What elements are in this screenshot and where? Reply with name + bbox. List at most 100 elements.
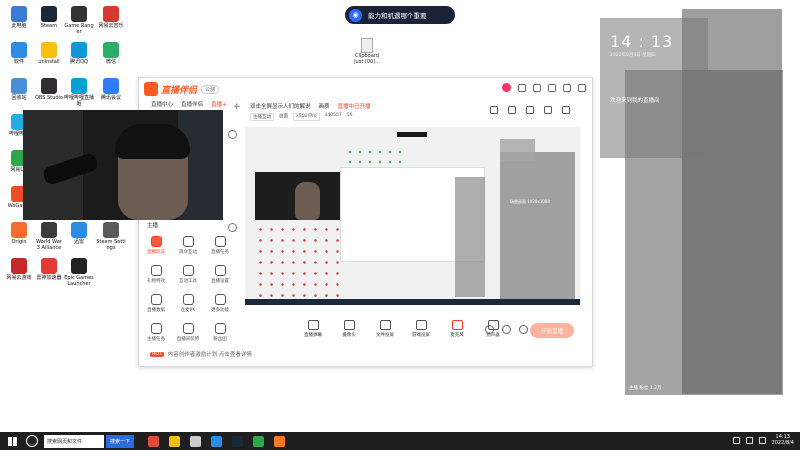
desktop-icon-label: 雷神加速器: [36, 275, 62, 281]
volume-icon[interactable]: [745, 436, 753, 444]
minimize-icon[interactable]: [563, 83, 571, 92]
sub-chip[interactable]: 画面: [279, 113, 288, 121]
desktop-icon[interactable]: OBS Studio: [34, 78, 64, 101]
tool-icon: [182, 323, 194, 334]
network-icon[interactable]: [732, 436, 740, 444]
control-label: 麦克风: [450, 333, 464, 338]
tab-0[interactable]: 直播中心: [151, 100, 173, 108]
search-icon[interactable]: [26, 435, 38, 447]
tool-item[interactable]: 粉丝团: [204, 323, 236, 342]
close-icon[interactable]: [578, 83, 586, 92]
desktop-icon[interactable]: Steam: [34, 6, 64, 29]
sub-chip[interactable]: 主播互动: [250, 113, 274, 121]
chrome-icon[interactable]: [148, 435, 160, 447]
tool-item[interactable]: 主播任务: [140, 323, 172, 342]
control-button[interactable]: 摄像头: [336, 320, 362, 338]
desktop-icon[interactable]: 网易云游戏: [4, 258, 34, 281]
expand-icon[interactable]: [228, 130, 237, 139]
record-icon[interactable]: [502, 325, 511, 334]
tool-item[interactable]: 观众互动: [172, 236, 204, 255]
control-button[interactable]: 麦克风: [444, 320, 470, 338]
message-icon[interactable]: [518, 83, 526, 92]
tool-item[interactable]: 直播间装修: [172, 323, 204, 342]
desktop-icon[interactable]: Origin: [4, 222, 34, 245]
copy-icon[interactable]: [526, 106, 534, 114]
overlay-clock-widget: 14 : 13 2022年8月4日 星期四 欢迎来到我的直播间: [600, 18, 708, 158]
desktop-file[interactable]: Clipboard Just (00)...: [352, 38, 382, 65]
go-live-button[interactable]: 开始直播: [530, 323, 574, 338]
desktop-icon-label: Game Ranger: [64, 23, 94, 35]
desktop-icon[interactable]: Game Ranger: [64, 6, 94, 35]
preview-tag: 画质: [318, 104, 330, 110]
live-icon[interactable]: [274, 435, 286, 447]
folder-icon[interactable]: [169, 435, 181, 447]
app-icon: [41, 42, 57, 58]
media-icon[interactable]: [211, 435, 223, 447]
steam-icon[interactable]: [232, 435, 244, 447]
desktop-icon[interactable]: 回收站: [4, 78, 34, 101]
control-button[interactable]: 直播弹幕: [300, 320, 326, 338]
tool-item[interactable]: 直播数据: [140, 294, 172, 313]
app-icon: [11, 78, 27, 94]
overlay-date: 2022年8月4日 星期四: [610, 53, 656, 58]
search-pill[interactable]: ◉ 能力和机遇哪个重要: [345, 6, 455, 24]
stream-controls: 直播弹幕 摄像头 文件投屏 游戏投屏 麦克风 扬声器: [300, 320, 506, 338]
clock[interactable]: 14:13 2022/8/4: [772, 434, 794, 446]
game-icon[interactable]: [253, 435, 265, 447]
pill-text: 能力和机遇哪个重要: [368, 12, 427, 20]
plane-icon[interactable]: [190, 435, 202, 447]
control-icon: [343, 320, 355, 330]
announcement[interactable]: HOT 内容创作者激励计划 点击查看详情: [150, 350, 252, 358]
gear-icon[interactable]: [519, 325, 528, 334]
desktop-icon[interactable]: uninstall: [34, 42, 64, 65]
tool-item[interactable]: 礼物特效: [140, 265, 172, 284]
desktop-icon[interactable]: 腾讯QQ: [64, 42, 94, 65]
pinned-apps: [148, 435, 286, 447]
control-button[interactable]: 文件投屏: [372, 320, 398, 338]
desktop-icon[interactable]: 此电脑: [4, 6, 34, 29]
tool-item[interactable]: 互动工具: [172, 265, 204, 284]
tool-item[interactable]: 连麦PK: [172, 294, 204, 313]
tool-icon: [214, 294, 226, 305]
desktop-icon[interactable]: 腾讯会议: [96, 78, 126, 101]
desktop-icon[interactable]: 迅雷: [64, 222, 94, 245]
tool-icon: [150, 236, 162, 247]
settings-icon[interactable]: [548, 83, 556, 92]
ime-icon[interactable]: [758, 436, 766, 444]
desktop-icon[interactable]: 雷神加速器: [34, 258, 64, 281]
gift-icon[interactable]: [533, 83, 541, 92]
desktop-icon[interactable]: Epic Games Launcher: [64, 258, 94, 287]
tool-item[interactable]: 直播设置: [204, 265, 236, 284]
sub-chip[interactable]: xStar/Pro: [293, 113, 320, 121]
tool-item[interactable]: 直播任务: [204, 236, 236, 255]
taskbar-search-button[interactable]: 搜索一下: [106, 434, 135, 448]
desktop-icon[interactable]: World War 3 Alliance: [34, 222, 64, 251]
desktop-icon[interactable]: 哔哩哔哩直播姬: [64, 78, 94, 107]
app-icon: [71, 42, 87, 58]
bell-icon[interactable]: [544, 106, 552, 114]
avatar[interactable]: [502, 83, 511, 92]
preview-screen[interactable]: 场景画面 1920x1080: [245, 127, 580, 305]
tab-2[interactable]: 直播+: [211, 100, 227, 108]
desktop-icon[interactable]: 微信: [96, 42, 126, 65]
info-icon[interactable]: [228, 223, 237, 232]
control-icon: [415, 320, 427, 330]
announcement-text: 内容创作者激励计划 点击查看详情: [167, 352, 252, 358]
add-scene-icon[interactable]: +: [233, 102, 241, 112]
desktop-icon-label: 腾讯QQ: [70, 59, 88, 65]
control-button[interactable]: 游戏投屏: [408, 320, 434, 338]
share-icon[interactable]: [562, 106, 570, 114]
start-button[interactable]: [4, 432, 20, 450]
camera-icon[interactable]: [485, 325, 494, 334]
tool-item[interactable]: 更多功能: [204, 294, 236, 313]
lock-icon[interactable]: [508, 106, 516, 114]
desktop-icon[interactable]: 网易云音乐: [96, 6, 126, 29]
tool-item[interactable]: 直播玩法: [140, 236, 172, 255]
overlay-message: 欢迎来到我的直播间: [610, 98, 660, 104]
layout-icon[interactable]: [490, 106, 498, 114]
tab-1[interactable]: 直播伴侣: [181, 100, 203, 108]
desktop-icon[interactable]: Steam Settings: [96, 222, 126, 251]
app-icon: [71, 258, 87, 274]
taskbar-search-input[interactable]: 搜索网页和文件: [44, 434, 104, 448]
desktop-icon[interactable]: 软件: [4, 42, 34, 65]
